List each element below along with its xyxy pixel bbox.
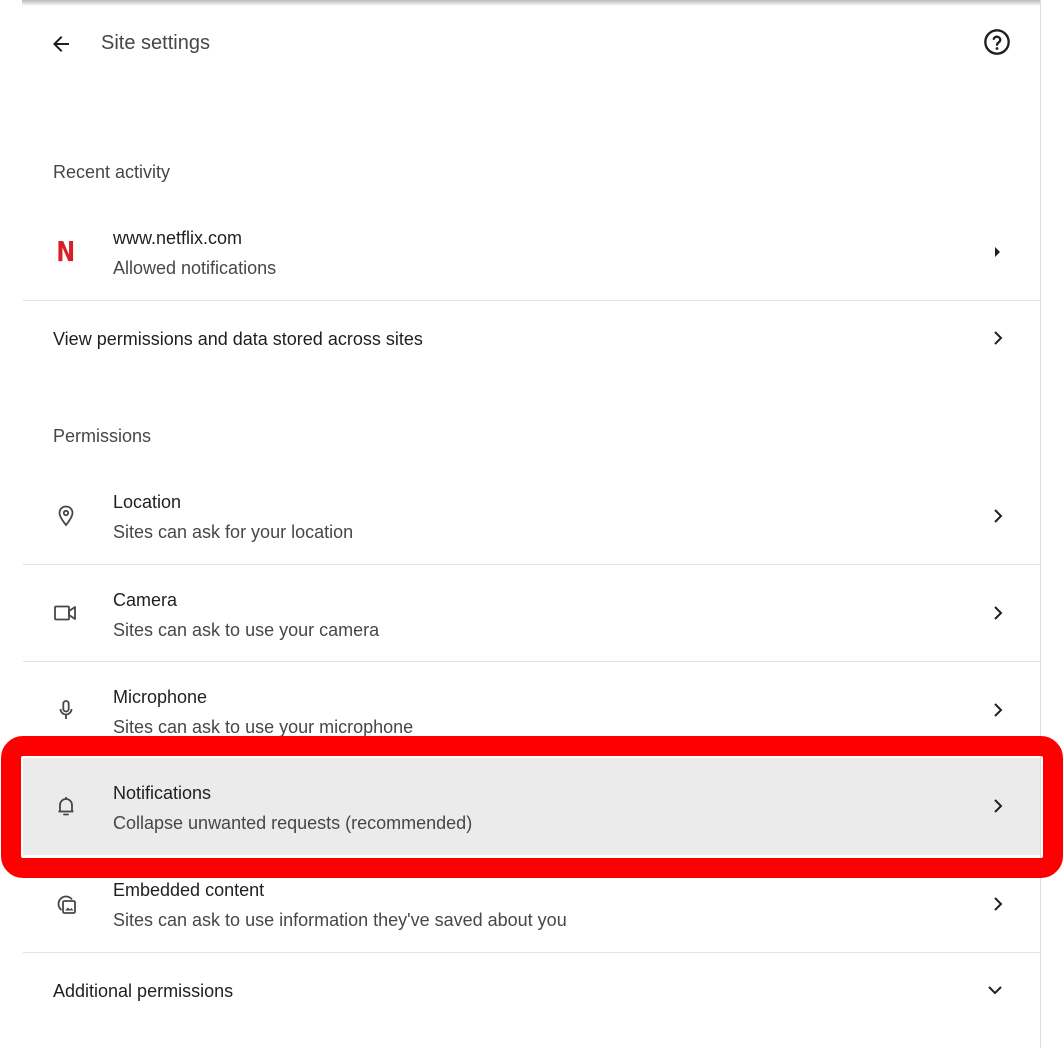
chevron-right-icon [985,698,1009,722]
permission-label: Notifications [113,783,212,803]
chevron-right-icon [985,504,1009,528]
view-permissions-across-sites[interactable]: View permissions and data stored across … [23,300,1040,375]
permission-description: Sites can ask to use your microphone [113,717,414,737]
permission-label: Embedded content [113,880,265,900]
chevron-right-icon [985,794,1009,818]
netflix-logo: N [51,237,81,267]
permission-embedded-content[interactable]: Embedded content Sites can ask to use in… [23,855,1040,952]
right-border [1040,0,1041,1048]
permissions-heading: Permissions [53,426,152,446]
recent-activity-netflix[interactable]: N www.netflix.com Allowed notifications [23,206,1040,300]
permission-camera[interactable]: Camera Sites can ask to use your camera [23,564,1040,661]
videocam-icon [51,598,81,628]
recent-activity-heading: Recent activity [53,162,171,182]
page-title: Site settings [101,32,210,54]
chevron-down-icon [983,978,1007,1002]
permission-notifications[interactable]: Notifications Collapse unwanted requests… [23,758,1040,855]
chevron-right-icon [985,326,1009,350]
permission-description: Sites can ask to use your camera [113,620,380,640]
permission-description: Sites can ask to use information they've… [113,910,567,930]
recent-site-detail: Allowed notifications [113,258,277,278]
permission-label: Location [113,492,182,512]
back-button[interactable] [43,26,79,62]
chevron-right-icon [985,601,1009,625]
bell-icon [51,791,81,821]
permission-description: Collapse unwanted requests (recommended) [113,813,473,833]
additional-permissions-toggle[interactable]: Additional permissions [23,952,1040,1029]
arrow-back-icon [53,36,69,52]
header: Site settings [23,0,1040,86]
permission-location[interactable]: Location Sites can ask for your location [23,470,1040,564]
permission-label: Camera [113,590,178,610]
additional-permissions-label: Additional permissions [53,981,234,1001]
help-button[interactable] [979,24,1015,60]
settings-card: Site settings Recent activity N www.netf… [23,0,1040,1048]
netflix-logo-mark: N [56,235,76,268]
permission-microphone[interactable]: Microphone Sites can ask to use your mic… [23,661,1040,758]
arrow-right-filled-icon [985,240,1009,264]
help-circle-icon [984,29,1010,55]
view-permissions-label: View permissions and data stored across … [53,329,423,349]
site-settings-page: Site settings Recent activity N www.netf… [0,0,1064,1048]
location-pin-icon [51,501,81,531]
microphone-icon [51,695,81,725]
permission-label: Microphone [113,687,208,707]
permission-description: Sites can ask for your location [113,522,354,542]
recent-site-name: www.netflix.com [113,228,243,248]
embedded-content-icon [51,889,81,919]
chevron-right-icon [985,892,1009,916]
